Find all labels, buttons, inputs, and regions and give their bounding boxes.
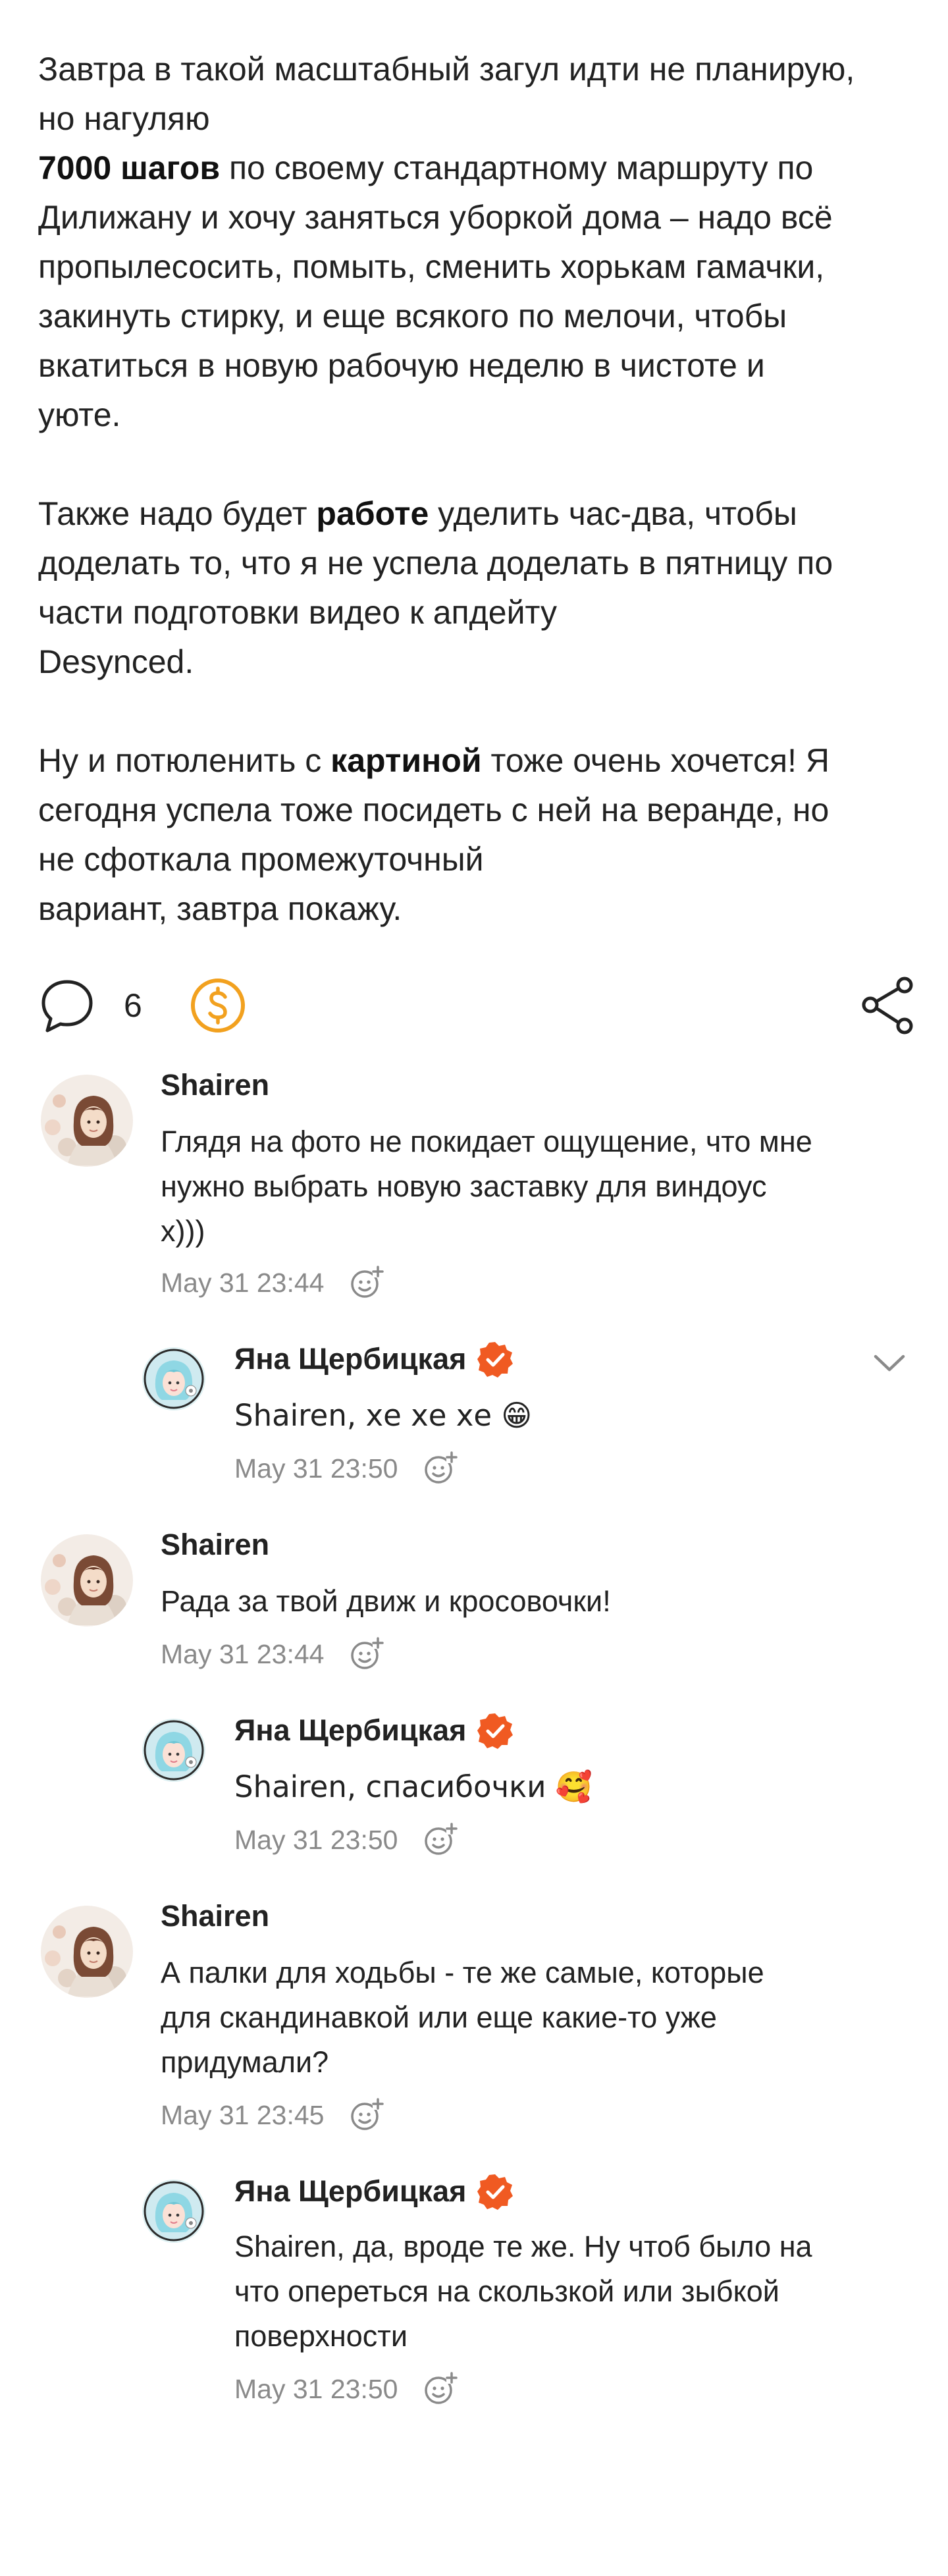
reply-author[interactable]: Яна Щербицкая	[234, 1341, 514, 1378]
comment-meta: May 31 23:44	[161, 1636, 384, 1673]
reply-text: Shairen, да, вроде те же. Ну чтоб было н…	[234, 2230, 812, 2353]
add-reaction-icon[interactable]	[348, 1636, 384, 1673]
comment-time: May 31 23:44	[161, 1267, 325, 1298]
comment-time: May 31 23:50	[234, 1824, 398, 1855]
comment-meta: May 31 23:50	[234, 1821, 458, 1858]
avatar[interactable]	[142, 2180, 205, 2243]
bold-steps: 7000 шагов	[38, 149, 221, 186]
avatar[interactable]	[41, 1534, 133, 1626]
dollar-coin-icon[interactable]	[190, 977, 246, 1034]
verified-badge-icon	[477, 2173, 514, 2210]
verified-badge-icon	[477, 1341, 514, 1378]
comment-time: May 31 23:50	[234, 2373, 398, 2404]
avatar[interactable]	[41, 1075, 133, 1167]
comment-author[interactable]: Shairen	[161, 1068, 269, 1102]
comment-text: Глядя на фото не покидает ощущение, что …	[161, 1125, 812, 1248]
comment-author[interactable]: Shairen	[161, 1899, 269, 1933]
comment-time: May 31 23:50	[234, 1453, 398, 1484]
comments-count: 6	[124, 987, 142, 1024]
comment-time: May 31 23:45	[161, 2099, 325, 2130]
share-icon[interactable]	[860, 976, 916, 1035]
post-paragraph-1: Завтра в такой масштабный загул идти не …	[38, 51, 855, 433]
bold-work: работе	[316, 495, 429, 532]
post-actions-bar: 6	[34, 976, 916, 1035]
comment-text: Рада за твой движ и кросовочки!	[161, 1584, 611, 1618]
comment-author[interactable]: Shairen	[161, 1528, 269, 1562]
post-paragraph-3: Ну и потюленить с картиной тоже очень хо…	[38, 742, 830, 927]
avatar[interactable]	[142, 1719, 205, 1782]
comment-text: А палки для ходьбы - те же самые, которы…	[161, 1956, 764, 2079]
reply-author[interactable]: Яна Щербицкая	[234, 1712, 514, 1749]
reply-text: Shairen, хе хе хе 😁	[234, 1398, 533, 1433]
reply-text: Shairen, спасибочки 🥰	[234, 1769, 592, 1804]
add-reaction-icon[interactable]	[348, 2097, 384, 2133]
comments-button[interactable]: 6	[38, 976, 142, 1035]
avatar[interactable]	[41, 1906, 133, 1998]
reply-author[interactable]: Яна Щербицкая	[234, 2173, 514, 2210]
comment-meta: May 31 23:50	[234, 1450, 458, 1487]
comment-meta: May 31 23:50	[234, 2371, 458, 2407]
comment-time: May 31 23:44	[161, 1638, 325, 1669]
add-reaction-icon[interactable]	[421, 1450, 458, 1487]
avatar[interactable]	[142, 1347, 205, 1410]
add-reaction-icon[interactable]	[348, 1264, 384, 1301]
verified-badge-icon	[477, 1712, 514, 1749]
bold-painting: картиной	[330, 742, 482, 779]
comment-meta: May 31 23:45	[161, 2097, 384, 2133]
post-paragraph-2: Также надо будет работе уделить час-два,…	[38, 495, 833, 680]
comment-meta: May 31 23:44	[161, 1264, 384, 1301]
post-body: Завтра в такой масштабный загул идти не …	[38, 45, 920, 934]
chevron-down-icon[interactable]	[870, 1343, 908, 1382]
speech-bubble-icon	[41, 980, 93, 1033]
add-reaction-icon[interactable]	[421, 2371, 458, 2407]
add-reaction-icon[interactable]	[421, 1821, 458, 1858]
